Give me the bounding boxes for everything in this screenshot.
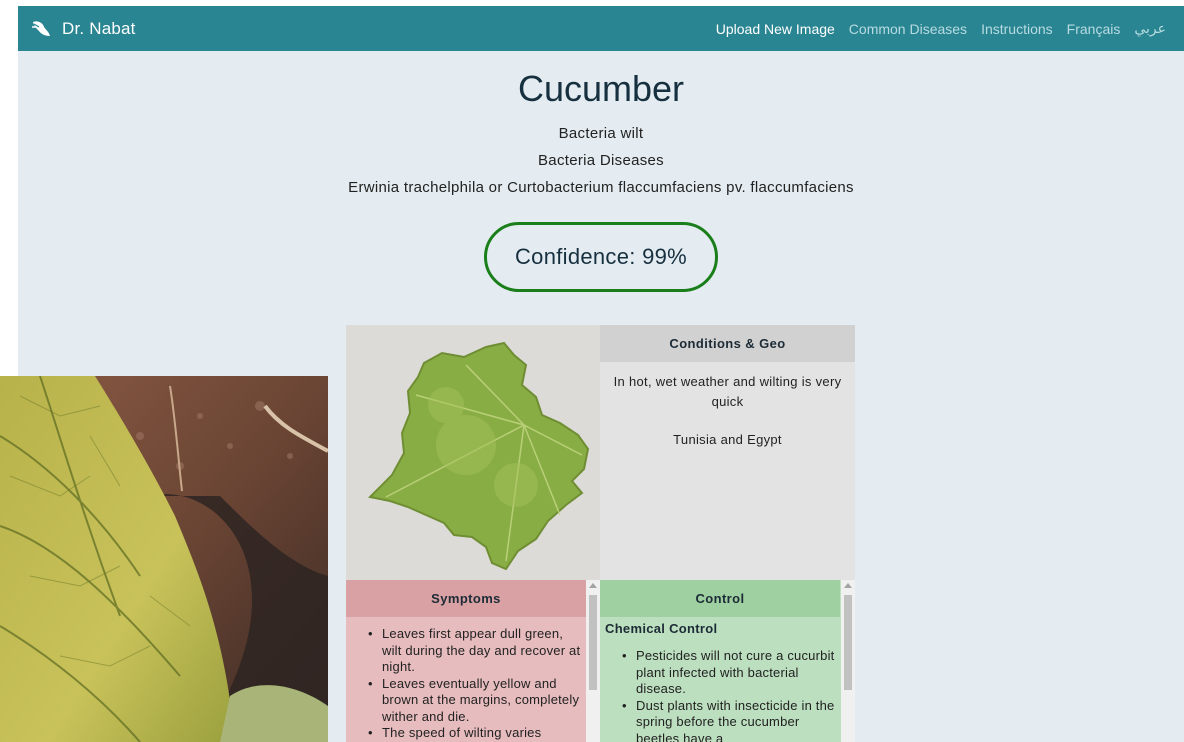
conditions-title: Conditions & Geo (600, 325, 855, 362)
scroll-thumb[interactable] (844, 595, 852, 690)
conditions-card: Conditions & Geo In hot, wet weather and… (600, 325, 855, 580)
diseased-leaf-photo (0, 376, 328, 742)
symptoms-scrollbar[interactable] (586, 580, 600, 742)
list-item: Leaves eventually yellow and brown at th… (366, 676, 586, 726)
brand[interactable]: Dr. Nabat (30, 18, 136, 40)
confidence-badge: Confidence: 99% (484, 222, 718, 292)
nav-arabic[interactable]: عربي (1134, 20, 1166, 37)
disease-info-grid: Conditions & Geo In hot, wet weather and… (346, 325, 855, 742)
symptoms-title: Symptoms (346, 580, 586, 617)
control-title: Control (600, 580, 840, 617)
control-card[interactable]: Control Chemical Control Pesticides will… (600, 580, 855, 742)
list-item: Leaves first appear dull green, wilt dur… (366, 626, 586, 676)
nav-links: Upload New Image Common Diseases Instruc… (702, 6, 1166, 51)
scroll-up-arrow-icon[interactable] (844, 583, 852, 588)
control-list: Pesticides will not cure a cucurbit plan… (600, 636, 855, 742)
leaf-photo (346, 325, 600, 580)
pathogen-name: Erwinia trachelphila or Curtobacterium f… (348, 179, 854, 196)
brand-name: Dr. Nabat (62, 18, 136, 38)
list-item: Dust plants with insecticide in the spri… (620, 698, 841, 742)
disease-category: Bacteria Diseases (538, 152, 664, 169)
symptoms-card[interactable]: Symptoms Leaves first appear dull green,… (346, 580, 600, 742)
control-scrollbar[interactable] (841, 580, 855, 742)
disease-name: Bacteria wilt (558, 125, 644, 142)
list-item: Pesticides will not cure a cucurbit plan… (620, 648, 841, 698)
list-item: The speed of wilting varies (366, 725, 586, 742)
scroll-up-arrow-icon[interactable] (589, 583, 597, 588)
navbar: Dr. Nabat Upload New Image Common Diseas… (18, 6, 1184, 51)
leaf-image (346, 325, 600, 580)
geo-text: Tunisia and Egypt (673, 432, 782, 447)
crop-title: Cucumber (517, 68, 685, 109)
conditions-text: In hot, wet weather and wilting is very … (613, 374, 842, 409)
nav-common-diseases[interactable]: Common Diseases (849, 21, 967, 37)
scroll-thumb[interactable] (589, 595, 597, 690)
nav-upload-new-image[interactable]: Upload New Image (716, 21, 835, 37)
symptoms-list: Leaves first appear dull green, wilt dur… (346, 617, 600, 742)
field-photo (0, 376, 328, 742)
nav-francais[interactable]: Français (1067, 21, 1121, 37)
control-subtitle: Chemical Control (605, 621, 718, 636)
leaf-icon (32, 20, 50, 36)
nav-instructions[interactable]: Instructions (981, 21, 1053, 37)
